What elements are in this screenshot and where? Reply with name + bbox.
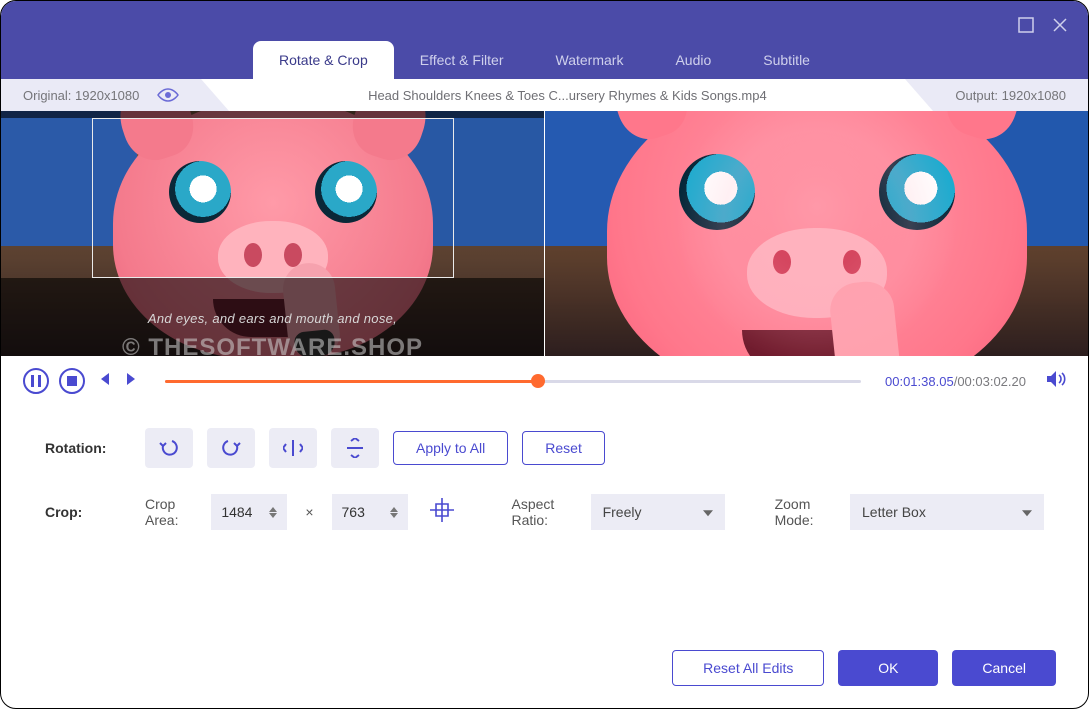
rotate-right-button[interactable] bbox=[207, 428, 255, 468]
flip-horizontal-button[interactable] bbox=[269, 428, 317, 468]
tab-subtitle[interactable]: Subtitle bbox=[737, 41, 836, 79]
output-resolution: Output: 1920x1080 bbox=[933, 79, 1088, 111]
multiply-symbol: × bbox=[301, 504, 317, 520]
footer: Reset All Edits OK Cancel bbox=[1, 650, 1088, 708]
aspect-ratio-select[interactable]: Freely bbox=[591, 494, 725, 530]
crop-label: Crop: bbox=[45, 504, 131, 520]
tab-audio[interactable]: Audio bbox=[649, 41, 737, 79]
current-time: 00:01:38.05 bbox=[885, 374, 954, 389]
center-crop-icon[interactable] bbox=[422, 496, 462, 529]
reset-all-button[interactable]: Reset All Edits bbox=[672, 650, 824, 686]
minimize-icon[interactable] bbox=[1018, 17, 1034, 33]
tab-rotate-crop[interactable]: Rotate & Crop bbox=[253, 41, 394, 79]
eye-icon[interactable] bbox=[157, 88, 179, 102]
zoom-mode-label: Zoom Mode: bbox=[775, 496, 836, 528]
rotation-label: Rotation: bbox=[45, 440, 131, 456]
crop-height-spinner[interactable] bbox=[390, 494, 404, 530]
info-bar: Original: 1920x1080 Head Shoulders Knees… bbox=[1, 79, 1088, 111]
tab-watermark[interactable]: Watermark bbox=[530, 41, 650, 79]
time-display: 00:01:38.05/00:03:02.20 bbox=[885, 374, 1026, 389]
close-icon[interactable] bbox=[1052, 17, 1068, 33]
subtitle-overlay: And eyes, and ears and mouth and nose, bbox=[1, 311, 544, 326]
preview-row: And eyes, and ears and mouth and nose, ©… bbox=[1, 111, 1088, 356]
progress-bar[interactable] bbox=[165, 380, 861, 383]
crop-area-label: Crop Area: bbox=[145, 496, 197, 528]
reset-rotation-button[interactable]: Reset bbox=[522, 431, 605, 465]
original-resolution: Original: 1920x1080 bbox=[1, 79, 201, 111]
apply-all-button[interactable]: Apply to All bbox=[393, 431, 508, 465]
editor-window: Rotate & Crop Effect & Filter Watermark … bbox=[0, 0, 1089, 709]
volume-icon[interactable] bbox=[1046, 370, 1066, 393]
prev-frame-button[interactable] bbox=[95, 372, 113, 391]
preview-original[interactable]: And eyes, and ears and mouth and nose, ©… bbox=[1, 111, 545, 356]
pause-button[interactable] bbox=[23, 368, 49, 394]
cancel-button[interactable]: Cancel bbox=[952, 650, 1056, 686]
playback-controls: 00:01:38.05/00:03:02.20 bbox=[1, 356, 1088, 406]
stop-button[interactable] bbox=[59, 368, 85, 394]
tab-effect-filter[interactable]: Effect & Filter bbox=[394, 41, 530, 79]
preview-output bbox=[545, 111, 1088, 356]
filename: Head Shoulders Knees & Toes C...ursery R… bbox=[201, 88, 933, 103]
next-frame-button[interactable] bbox=[123, 372, 141, 391]
crop-row: Crop: Crop Area: × Aspect Ratio: Freely … bbox=[45, 494, 1044, 530]
crop-width-spinner[interactable] bbox=[269, 494, 283, 530]
flip-vertical-button[interactable] bbox=[331, 428, 379, 468]
original-resolution-text: Original: 1920x1080 bbox=[23, 88, 139, 103]
rotation-row: Rotation: Apply to All Reset bbox=[45, 428, 1044, 468]
edit-panel: Rotation: Apply to All Reset Crop: Crop … bbox=[1, 406, 1088, 650]
total-time: 00:03:02.20 bbox=[957, 374, 1026, 389]
rotate-left-button[interactable] bbox=[145, 428, 193, 468]
tabs: Rotate & Crop Effect & Filter Watermark … bbox=[1, 41, 1088, 79]
aspect-ratio-label: Aspect Ratio: bbox=[512, 496, 577, 528]
watermark-text: © THESOFTWARE.SHOP bbox=[122, 334, 423, 356]
ok-button[interactable]: OK bbox=[838, 650, 938, 686]
zoom-mode-select[interactable]: Letter Box bbox=[850, 494, 1044, 530]
